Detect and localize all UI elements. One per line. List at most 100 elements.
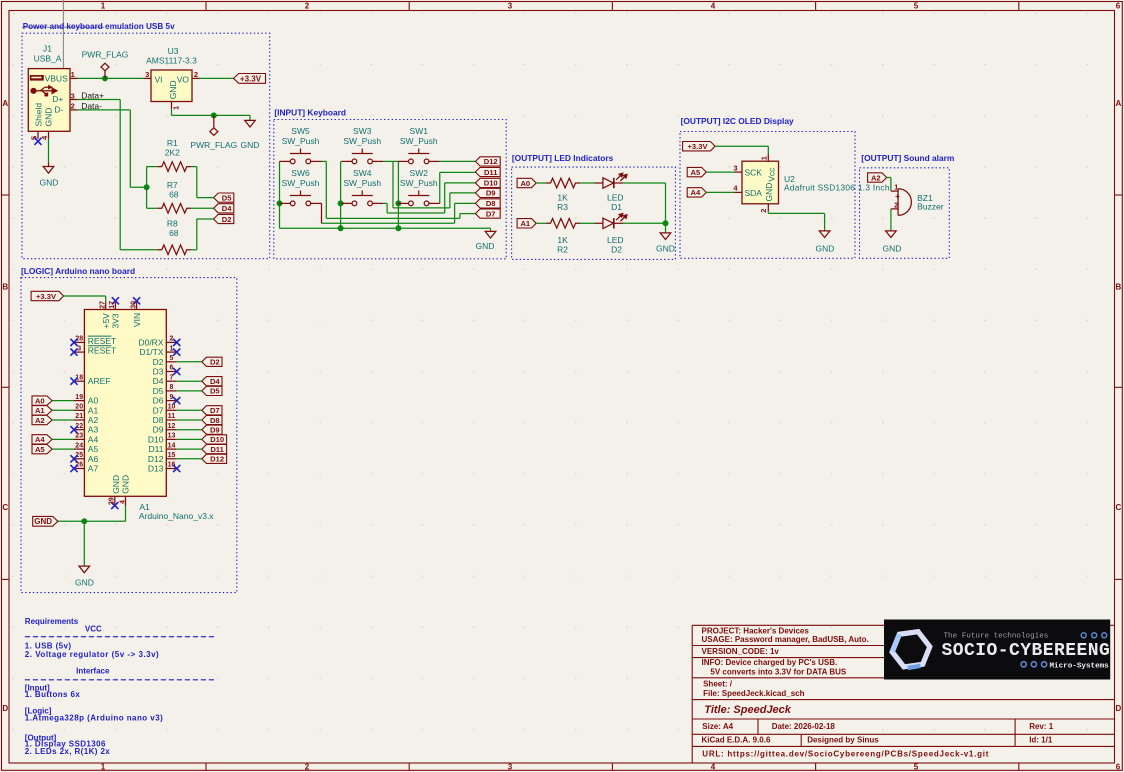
svg-text:D9: D9 — [210, 426, 220, 435]
svg-text:D: D — [2, 704, 8, 713]
svg-text:5: 5 — [170, 355, 174, 362]
svg-text:+3.3V: +3.3V — [240, 74, 262, 83]
svg-text:A5: A5 — [35, 445, 45, 454]
svg-text:4: 4 — [711, 762, 716, 771]
svg-text:GND: GND — [476, 241, 495, 251]
svg-text:10: 10 — [168, 404, 176, 411]
svg-text:VCC: VCC — [85, 625, 102, 634]
svg-text:GND: GND — [656, 244, 675, 254]
svg-text:C: C — [1116, 503, 1122, 512]
svg-text:R3: R3 — [557, 202, 568, 212]
svg-text:D7: D7 — [153, 405, 164, 415]
svg-text:SW_Push: SW_Push — [343, 178, 381, 188]
svg-text:A0: A0 — [520, 179, 530, 188]
svg-text:3: 3 — [71, 91, 75, 100]
svg-text:GND: GND — [815, 243, 834, 253]
svg-text:2: 2 — [71, 102, 75, 111]
svg-text:VERSION_CODE: 1v: VERSION_CODE: 1v — [702, 647, 780, 656]
svg-text:VBUS: VBUS — [45, 73, 68, 83]
svg-text:PWR_FLAG: PWR_FLAG — [82, 49, 129, 59]
svg-text:D4: D4 — [222, 204, 232, 213]
svg-text:AMS1117-3.3: AMS1117-3.3 — [146, 56, 197, 66]
svg-text:24: 24 — [75, 442, 83, 449]
svg-text:A0: A0 — [88, 396, 99, 406]
svg-text:GND: GND — [75, 577, 94, 587]
svg-text:13: 13 — [168, 433, 176, 440]
svg-text:SW_Push: SW_Push — [282, 136, 320, 146]
svg-text:23: 23 — [75, 433, 83, 440]
svg-text:29: 29 — [109, 497, 116, 505]
svg-text:D12: D12 — [210, 455, 224, 464]
svg-text:SOCIO-CYBEREENG: SOCIO-CYBEREENG — [942, 641, 1111, 661]
svg-text:D10: D10 — [148, 434, 164, 444]
svg-text:Interface: Interface — [76, 667, 110, 676]
svg-text:D10: D10 — [210, 435, 224, 444]
svg-text:GND: GND — [883, 243, 902, 253]
svg-text:Sheet: /: Sheet: / — [703, 679, 733, 688]
svg-text:Rev: 1: Rev: 1 — [1029, 722, 1054, 731]
svg-text:2: 2 — [194, 70, 198, 79]
svg-text:GND: GND — [168, 80, 178, 99]
svg-text:U3: U3 — [168, 46, 179, 56]
svg-text:5: 5 — [914, 2, 919, 11]
svg-text:D9: D9 — [486, 189, 496, 198]
svg-text:3: 3 — [508, 762, 513, 771]
svg-text:A4: A4 — [35, 435, 45, 444]
svg-text:SW_Push: SW_Push — [282, 178, 320, 188]
svg-text:[OUTPUT] LED Indicators: [OUTPUT] LED Indicators — [512, 153, 614, 163]
svg-text:INFO: Device charged by PC's U: INFO: Device charged by PC's USB. — [702, 658, 838, 667]
svg-text:D8: D8 — [210, 416, 220, 425]
svg-text:4: 4 — [711, 2, 716, 11]
svg-text:LED: LED — [607, 235, 624, 245]
svg-text:D7: D7 — [486, 209, 496, 218]
svg-text:D12: D12 — [484, 157, 498, 166]
svg-text:[LOGIC] Arduino nano board: [LOGIC] Arduino nano board — [21, 266, 135, 276]
svg-text:1: 1 — [71, 70, 75, 79]
svg-text:12: 12 — [168, 423, 176, 430]
svg-text:D11: D11 — [484, 168, 498, 177]
svg-text:1K: 1K — [557, 193, 568, 203]
svg-text:D8: D8 — [486, 199, 496, 208]
svg-text:D11: D11 — [149, 444, 164, 454]
svg-text:6: 6 — [1116, 762, 1121, 771]
svg-text:5: 5 — [914, 762, 919, 771]
svg-text:D+: D+ — [52, 94, 63, 104]
svg-text:PWR_FLAG: PWR_FLAG — [190, 140, 237, 150]
svg-text:7: 7 — [170, 374, 174, 381]
svg-text:A0: A0 — [35, 396, 45, 405]
svg-text:VO: VO — [177, 75, 190, 85]
svg-text:GND: GND — [34, 517, 52, 526]
svg-text:17: 17 — [109, 301, 116, 309]
svg-text:[INPUT] Keyboard: [INPUT] Keyboard — [274, 108, 346, 118]
svg-text:1. Buttons 6x: 1. Buttons 6x — [25, 690, 81, 699]
svg-text:D11: D11 — [210, 445, 224, 454]
svg-text:1: 1 — [759, 156, 768, 160]
svg-text:A7: A7 — [88, 464, 99, 474]
svg-text:Date: 2026-02-18: Date: 2026-02-18 — [772, 722, 836, 731]
svg-text:3: 3 — [145, 70, 149, 79]
svg-text:2. Voltage regulator (5v -> 3.: 2. Voltage regulator (5v -> 3.3v) — [25, 650, 159, 659]
svg-text:A1: A1 — [88, 405, 99, 415]
svg-text:D3: D3 — [153, 367, 164, 377]
svg-text:PROJECT: Hacker's Devices: PROJECT: Hacker's Devices — [702, 627, 810, 636]
svg-text:D5: D5 — [222, 193, 232, 202]
svg-text:Title: SpeedJeck: Title: SpeedJeck — [704, 704, 791, 716]
svg-text:KiCad E.D.A. 9.0.6: KiCad E.D.A. 9.0.6 — [702, 736, 771, 745]
svg-text:A3: A3 — [88, 425, 99, 435]
svg-text:A2: A2 — [35, 416, 45, 425]
svg-text:D4: D4 — [210, 377, 220, 386]
svg-text:B: B — [1116, 283, 1122, 292]
svg-text:A5: A5 — [88, 444, 99, 454]
svg-text:Designed by Sinus: Designed by Sinus — [807, 736, 879, 745]
svg-text:D5: D5 — [210, 387, 220, 396]
svg-text:D8: D8 — [153, 415, 164, 425]
svg-text:SDA: SDA — [745, 188, 763, 198]
svg-text:30: 30 — [131, 301, 138, 309]
svg-text:Power and keyboard emulation U: Power and keyboard emulation USB 5v — [23, 22, 175, 31]
svg-text:15: 15 — [168, 452, 176, 459]
svg-text:B: B — [2, 283, 8, 292]
svg-text:The Future technologies: The Future technologies — [944, 632, 1049, 640]
svg-text:3: 3 — [508, 2, 513, 11]
svg-text:URL: https://gittea.dev/SocioC: URL: https://gittea.dev/SocioCybereeng/P… — [702, 750, 989, 759]
svg-text:68: 68 — [169, 190, 179, 200]
